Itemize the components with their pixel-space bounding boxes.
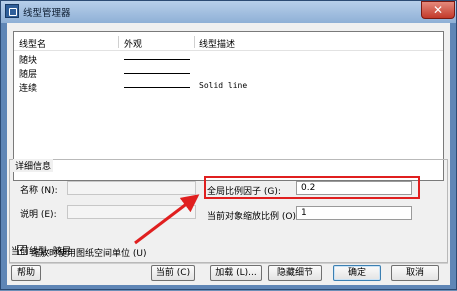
annotation-arrow: [134, 194, 200, 245]
linetype-manager-window: 线型管理器 ✕ 线型名 外观 线型描述 随块 随层 连续 Solid line …: [0, 0, 457, 290]
arrow-line: [134, 194, 200, 245]
